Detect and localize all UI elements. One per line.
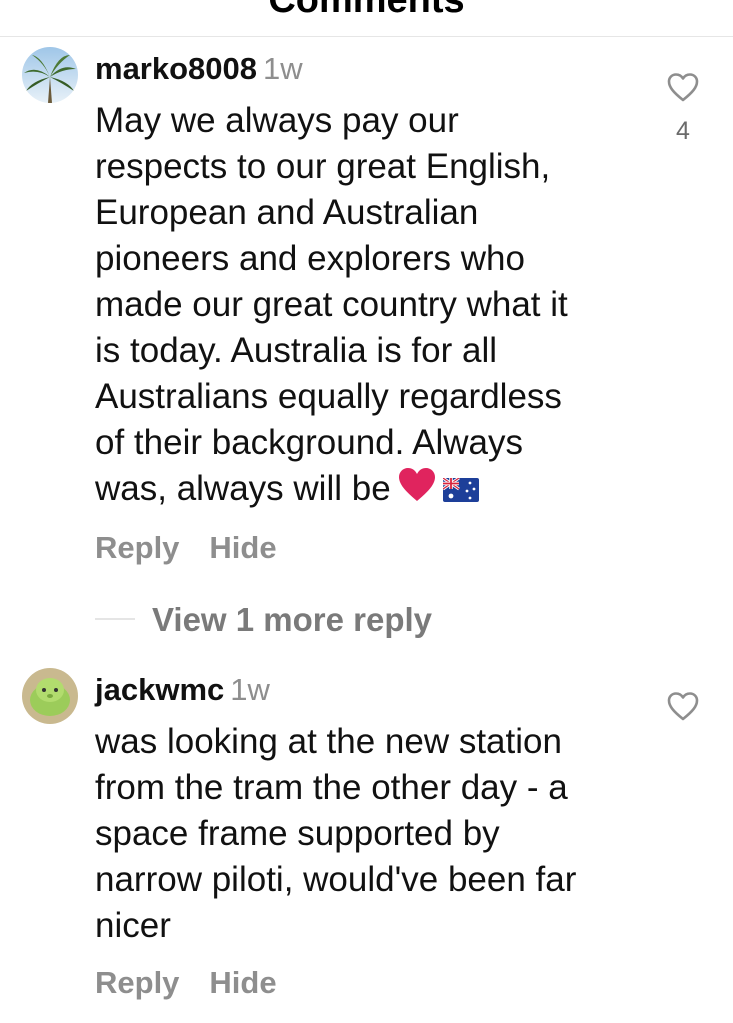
comment-meta: jackwmc 1w bbox=[95, 672, 270, 708]
green-creature-avatar bbox=[22, 668, 78, 724]
like-button[interactable] bbox=[666, 70, 700, 104]
heart-outline-icon bbox=[667, 692, 699, 721]
australian-flag-emoji bbox=[441, 468, 479, 514]
comment-text: was looking at the new station from the … bbox=[95, 722, 577, 945]
like-button[interactable] bbox=[666, 689, 700, 723]
username[interactable]: jackwmc bbox=[95, 672, 224, 707]
heart-outline-icon bbox=[667, 73, 699, 102]
palm-tree-avatar bbox=[22, 47, 78, 103]
hide-button[interactable]: Hide bbox=[209, 965, 276, 1000]
comment-actions: Reply Hide bbox=[95, 965, 307, 1001]
reply-button[interactable]: Reply bbox=[95, 965, 179, 1000]
comments-header: Comments bbox=[0, 0, 733, 37]
red-heart-emoji bbox=[397, 467, 437, 515]
reply-button[interactable]: Reply bbox=[95, 530, 179, 565]
comment-text-container: May we always pay our respects to our gr… bbox=[95, 98, 635, 515]
comment-text: May we always pay our respects to our gr… bbox=[95, 101, 568, 508]
comment-time: 1w bbox=[230, 672, 270, 707]
comment-text-container: was looking at the new station from the … bbox=[95, 719, 635, 949]
divider-line bbox=[95, 618, 135, 620]
page-title: Comments bbox=[268, 0, 465, 21]
comment-time: 1w bbox=[263, 51, 303, 86]
hide-button[interactable]: Hide bbox=[209, 530, 276, 565]
comment-actions: Reply Hide bbox=[95, 530, 307, 566]
like-count: 4 bbox=[676, 117, 690, 145]
username[interactable]: marko8008 bbox=[95, 51, 257, 86]
comment-meta: marko8008 1w bbox=[95, 51, 303, 87]
view-replies-label: View 1 more reply bbox=[152, 601, 433, 638]
avatar[interactable] bbox=[22, 668, 78, 724]
avatar[interactable] bbox=[22, 47, 78, 103]
